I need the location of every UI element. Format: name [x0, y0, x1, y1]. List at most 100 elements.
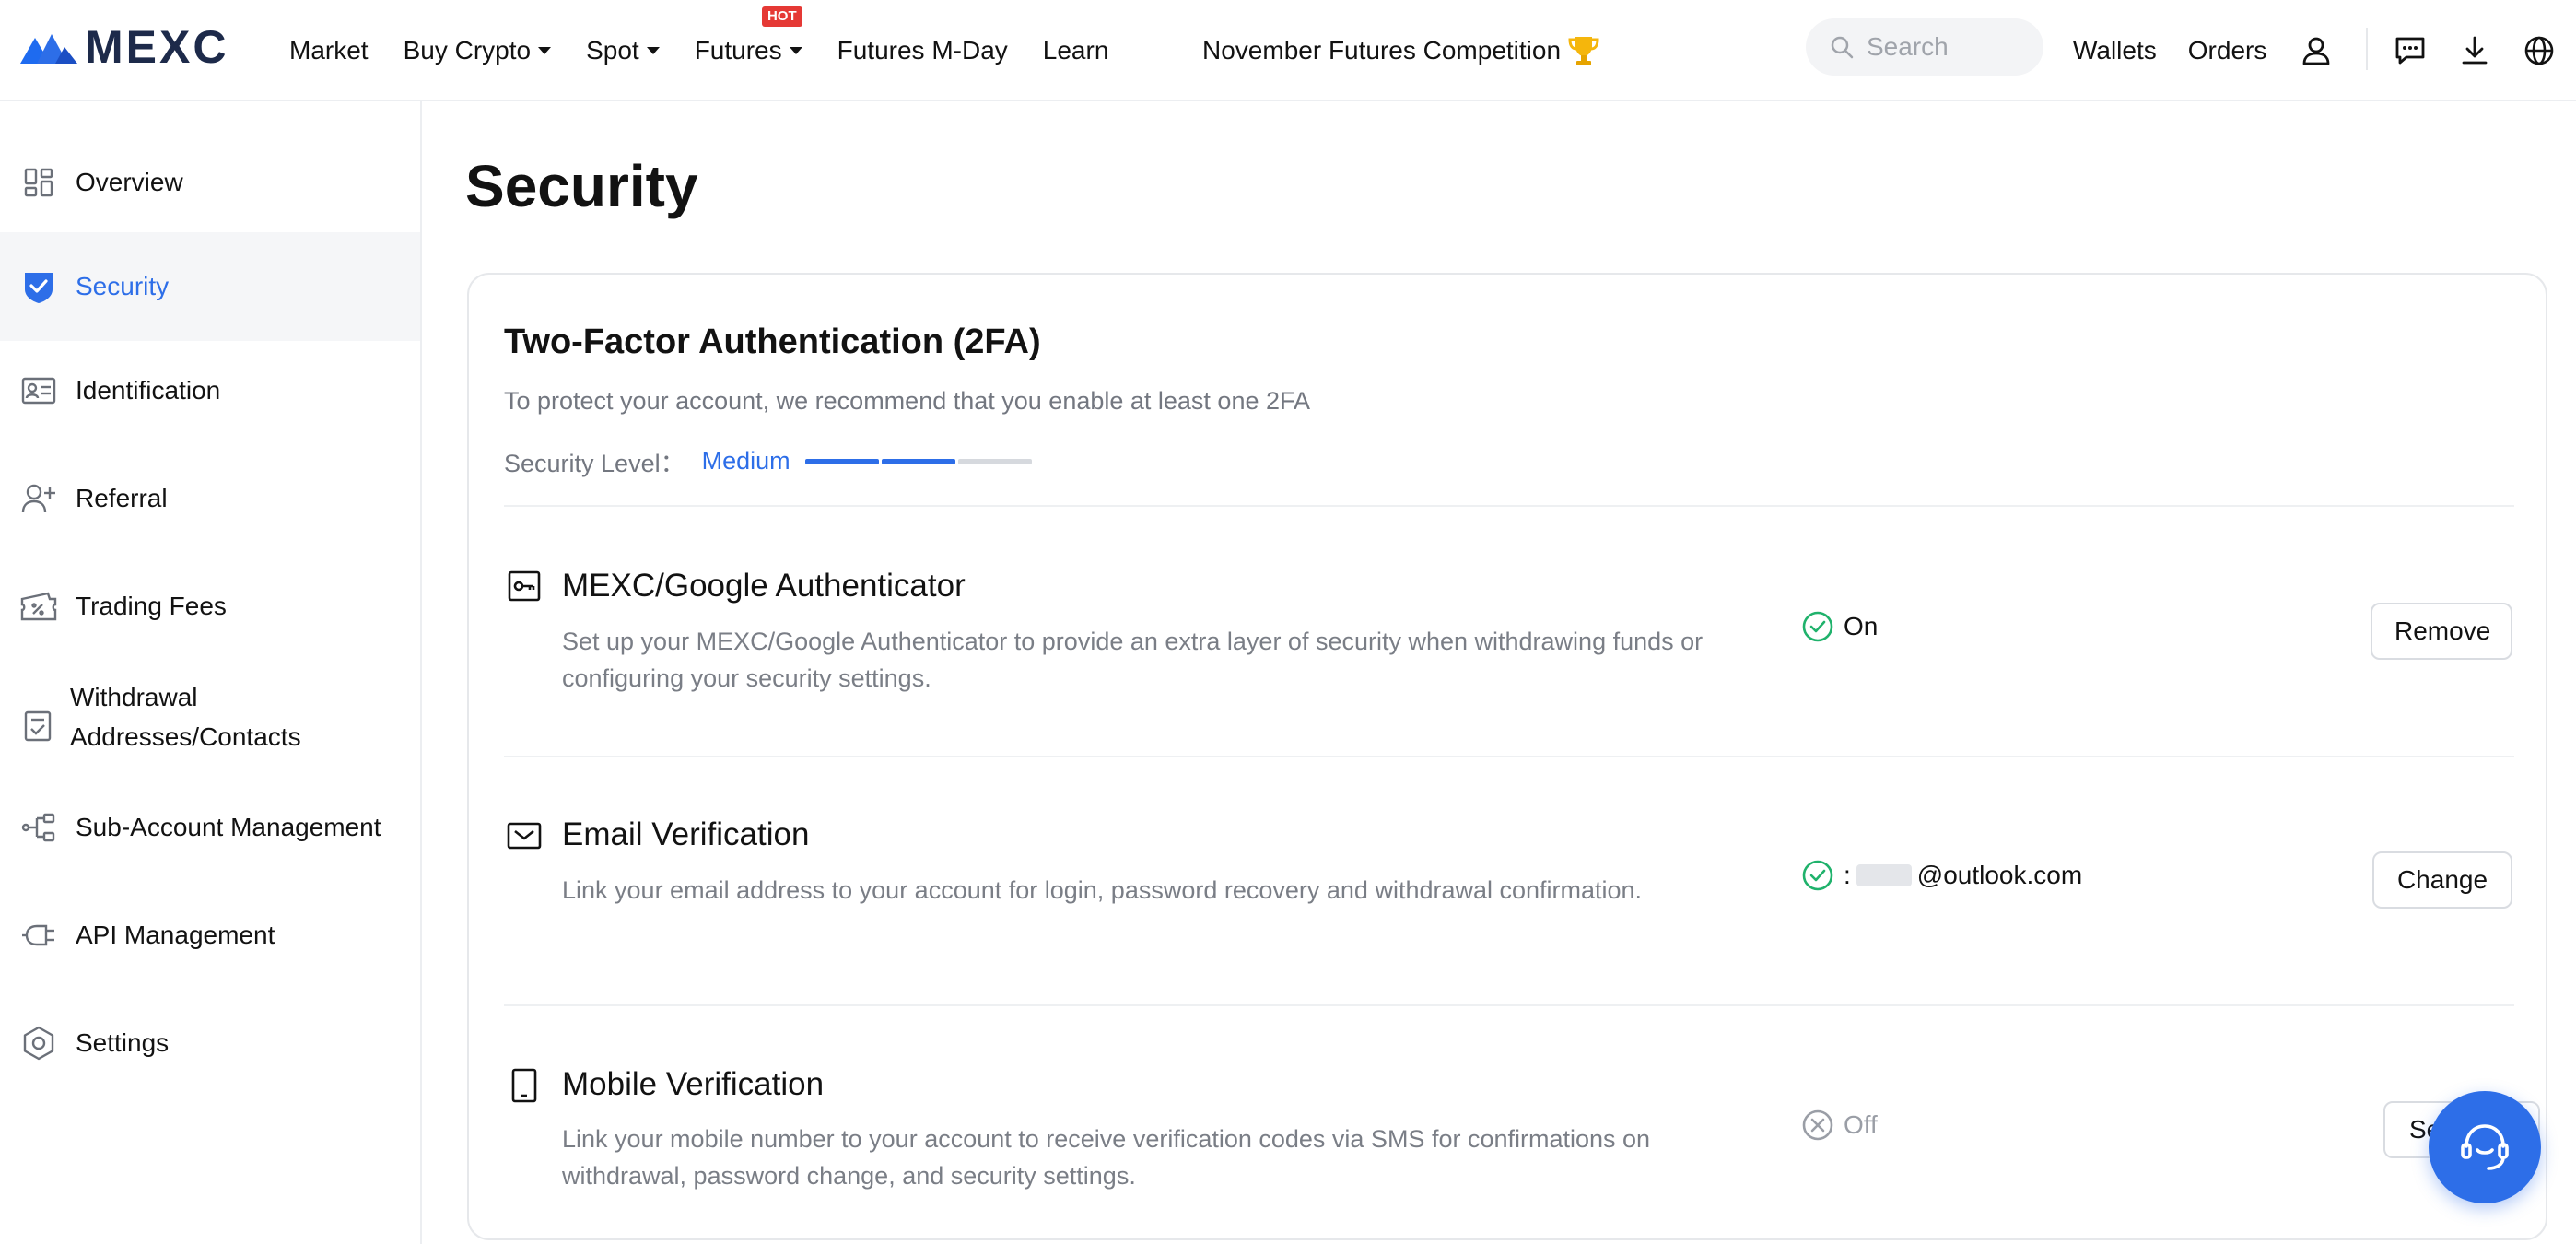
security-level-label: Security Level： [504, 450, 685, 477]
sidebar-item-label: API Management [76, 921, 275, 949]
header-right: Wallets Orders [2073, 0, 2558, 101]
overview-icon [20, 164, 57, 201]
nav-futures[interactable]: Futures HOT [694, 6, 802, 65]
wallets-link[interactable]: Wallets [2073, 36, 2157, 65]
page-title: Security [465, 153, 698, 219]
id-card-icon [20, 372, 57, 409]
caret-down-icon [789, 47, 802, 54]
sidebar-item-settings[interactable]: Settings [0, 1008, 420, 1078]
plug-icon [20, 917, 57, 954]
nav-futures-mday[interactable]: Futures M-Day [837, 36, 1008, 65]
headset-icon [2455, 1119, 2514, 1176]
authenticator-description: Set up your MEXC/Google Authenticator to… [562, 628, 1704, 692]
sidebar-item-security[interactable]: Security [0, 232, 420, 341]
hot-badge: HOT [761, 6, 802, 27]
divider [504, 756, 2514, 757]
orders-link[interactable]: Orders [2188, 36, 2267, 65]
caret-down-icon [538, 47, 552, 54]
remove-authenticator-button[interactable]: Remove [2371, 603, 2512, 660]
security-level-segment [804, 458, 879, 464]
trophy-icon [1568, 34, 1599, 67]
main-nav: Market Buy Crypto Spot Futures HOT Futur… [289, 0, 1143, 101]
twofa-subtitle: To protect your account, we recommend th… [504, 387, 1311, 415]
email-description: Link your email address to your account … [562, 876, 1643, 904]
add-user-icon [20, 480, 57, 517]
sidebar-item-sub-account[interactable]: Sub-Account Management [0, 792, 420, 863]
nav-learn[interactable]: Learn [1043, 36, 1109, 65]
authenticator-status: On [1801, 610, 1878, 643]
sidebar-item-trading-fees[interactable]: Trading Fees [0, 571, 420, 641]
security-level: Security Level： Medium [504, 443, 1035, 479]
sidebar-item-label: Security [76, 272, 170, 300]
sub-account-icon [20, 809, 57, 846]
mail-icon [506, 817, 543, 854]
change-email-button[interactable]: Change [2372, 851, 2512, 909]
mobile-description: Link your mobile number to your account … [562, 1125, 1651, 1190]
mexc-logo[interactable]: MEXC [18, 24, 228, 70]
sidebar-item-api-management[interactable]: API Management [0, 900, 420, 970]
sidebar-item-label: Sub-Account Management [76, 813, 381, 841]
search-input[interactable] [1867, 32, 2023, 62]
sidebar-item-overview[interactable]: Overview [0, 147, 420, 217]
mobile-title: Mobile Verification [562, 1066, 825, 1102]
masked-email-local-part [1856, 864, 1912, 886]
email-status-prefix: : [1844, 861, 1851, 889]
header-divider [2366, 28, 2368, 70]
security-level-bar [804, 458, 1035, 464]
nav-competition-label: November Futures Competition [1202, 36, 1562, 65]
sidebar-item-withdrawal-addresses[interactable]: Withdrawal Addresses/Contacts [0, 675, 420, 778]
nav-futures-label: Futures [694, 36, 782, 65]
nav-learn-label: Learn [1042, 36, 1109, 65]
sidebar-item-label-line1: Withdrawal [70, 683, 198, 711]
nav-competition[interactable]: November Futures Competition [1202, 0, 1599, 101]
globe-icon[interactable] [2521, 32, 2558, 69]
sidebar-item-label: Referral [76, 484, 168, 512]
logo-wordmark: MEXC [85, 21, 229, 73]
twofa-card: Two-Factor Authentication (2FA) To prote… [467, 273, 2547, 1240]
search-box[interactable] [1806, 18, 2043, 76]
shield-icon [20, 268, 57, 305]
authenticator-status-text: On [1844, 612, 1879, 640]
mobile-status: Off [1801, 1109, 1878, 1142]
security-level-segment [957, 458, 1032, 464]
settings-icon [20, 1025, 57, 1062]
chat-icon[interactable] [2392, 32, 2429, 69]
authenticator-title: MEXC/Google Authenticator [562, 568, 966, 604]
email-status: : @outlook.com [1801, 859, 2082, 892]
sidebar-item-label-line2: Addresses/Contacts [70, 722, 301, 751]
sidebar-item-identification[interactable]: Identification [0, 356, 420, 426]
mexc-logo-icon [20, 34, 77, 64]
caret-down-icon [646, 47, 660, 54]
top-navigation: MEXC Market Buy Crypto Spot Futures HOT … [0, 0, 2576, 101]
nav-buy-crypto-label: Buy Crypto [403, 36, 532, 65]
mobile-icon [506, 1067, 543, 1104]
sidebar-item-label: Overview [76, 168, 183, 196]
sidebar-item-label: Trading Fees [76, 592, 227, 620]
divider [504, 1004, 2514, 1006]
email-title: Email Verification [562, 816, 810, 852]
sidebar-item-label: Identification [76, 376, 221, 405]
nav-spot[interactable]: Spot [586, 36, 660, 65]
check-circle-icon [1801, 859, 1834, 892]
nav-market[interactable]: Market [289, 36, 369, 65]
nav-market-label: Market [289, 36, 369, 65]
check-circle-icon [1801, 610, 1834, 643]
x-circle-icon [1801, 1109, 1834, 1142]
nav-buy-crypto[interactable]: Buy Crypto [404, 36, 552, 65]
authenticator-key-icon [506, 568, 543, 604]
support-chat-button[interactable] [2429, 1091, 2541, 1203]
mobile-status-text: Off [1844, 1110, 1878, 1139]
twofa-title: Two-Factor Authentication (2FA) [504, 323, 1041, 361]
sidebar-item-label: Settings [76, 1028, 170, 1057]
security-level-segment [881, 458, 955, 464]
search-icon [1830, 35, 1854, 59]
download-icon[interactable] [2456, 32, 2493, 69]
address-book-icon [20, 708, 57, 745]
security-level-value: Medium [701, 447, 790, 475]
nav-spot-label: Spot [586, 36, 639, 65]
divider [504, 505, 2514, 507]
ticket-icon [20, 588, 57, 625]
user-icon[interactable] [2298, 32, 2335, 69]
nav-futures-mday-label: Futures M-Day [837, 36, 1008, 65]
sidebar-item-referral[interactable]: Referral [0, 464, 420, 534]
